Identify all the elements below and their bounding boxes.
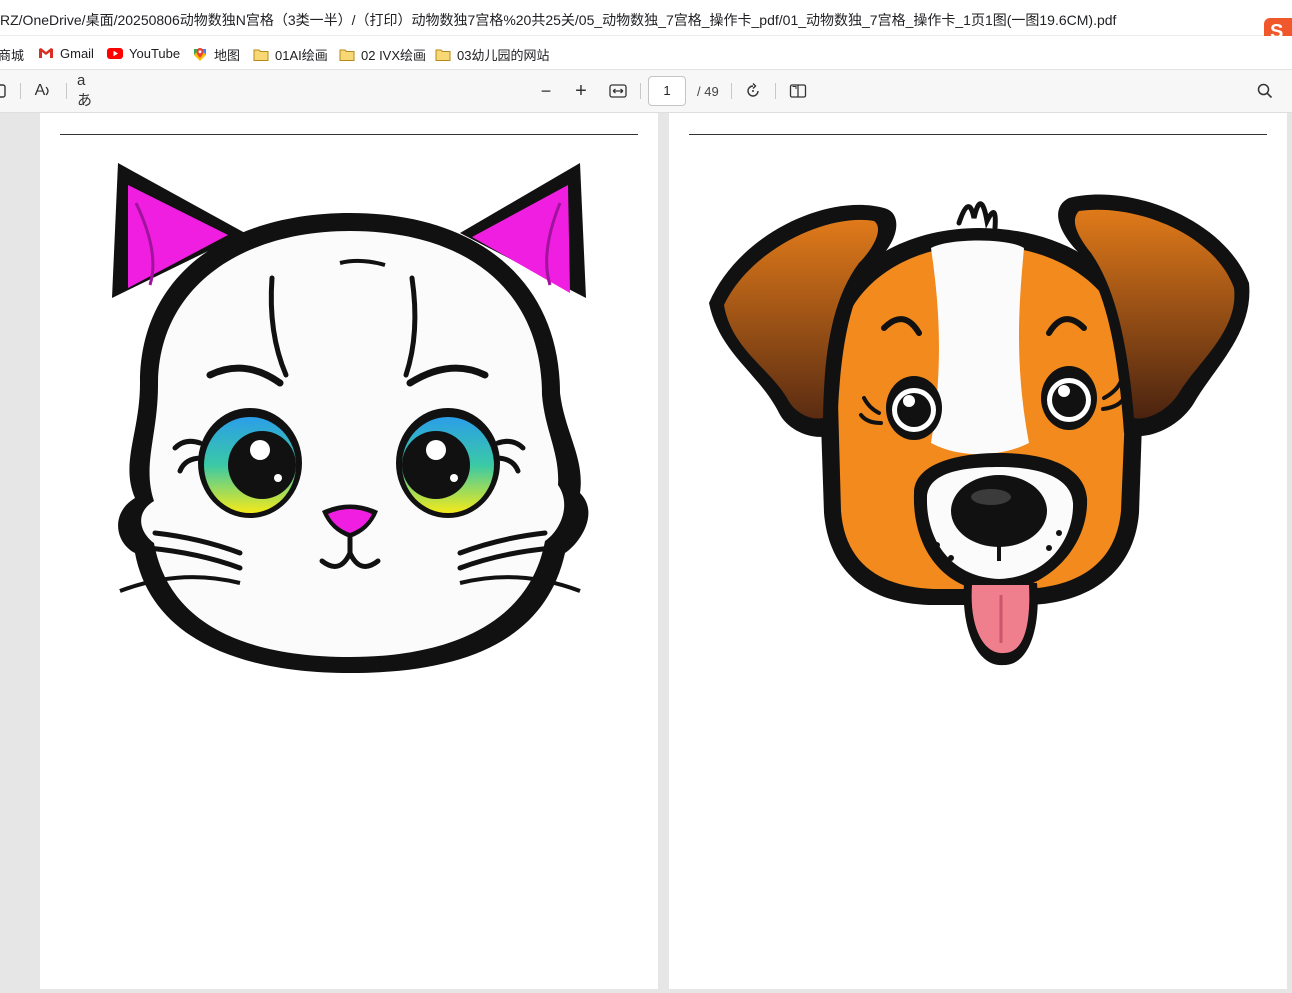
read-aloud-icon: A xyxy=(34,82,46,99)
fit-width-icon xyxy=(609,84,627,98)
bookmark-shop[interactable]: 商城 xyxy=(0,45,24,64)
toolbar-divider xyxy=(775,83,776,99)
viewer-gutter xyxy=(0,113,40,993)
bookmark-label: 01AI绘画 xyxy=(275,48,328,63)
read-aloud-button[interactable]: A xyxy=(32,81,54,101)
bookmark-label: 03幼儿园的网站 xyxy=(457,48,550,63)
bookmark-folder-01[interactable]: 01AI绘画 xyxy=(253,45,328,64)
bookmark-folder-03[interactable]: 03幼儿园的网站 xyxy=(435,45,549,64)
folder-icon xyxy=(339,49,355,61)
bookmarks-bar: 商城 Gmail YouTube 地图 01AI绘画 02 IVX绘画 03幼儿… xyxy=(0,36,1292,70)
bookmark-label: Gmail xyxy=(60,45,94,61)
bookmark-label: 02 IVX绘画 xyxy=(361,48,427,63)
translate-icon: aあ xyxy=(77,72,93,109)
gmail-icon xyxy=(39,48,53,58)
toolbar-divider xyxy=(66,83,67,99)
two-page-view-button[interactable] xyxy=(788,81,808,101)
search-icon xyxy=(1257,83,1273,99)
bookmark-label: YouTube xyxy=(129,45,181,61)
rotate-icon xyxy=(747,83,759,97)
search-button[interactable] xyxy=(1255,81,1275,101)
url-text[interactable]: RZ/OneDrive/桌面/20250806动物数独N宫格（3类一半）/（打印… xyxy=(0,10,1116,30)
pdf-toolbar: A aあ − + 1 / 49 xyxy=(0,70,1292,113)
two-page-icon xyxy=(789,84,807,98)
address-bar[interactable]: RZ/OneDrive/桌面/20250806动物数独N宫格（3类一半）/（打印… xyxy=(0,0,1292,44)
bookmark-label: 地图 xyxy=(214,48,241,63)
rotate-button[interactable] xyxy=(743,81,763,101)
bookmark-label: 商城 xyxy=(0,48,25,63)
folder-icon xyxy=(435,49,451,61)
sidebar-toggle-icon[interactable] xyxy=(0,81,8,101)
folder-icon xyxy=(253,49,269,61)
dog-face-illustration xyxy=(709,194,1250,666)
bookmark-youtube[interactable]: YouTube xyxy=(107,45,180,61)
toolbar-divider xyxy=(640,83,641,99)
pdf-page-2[interactable] xyxy=(669,113,1287,989)
bookmark-gmail[interactable]: Gmail xyxy=(38,45,94,61)
page-number-input[interactable]: 1 xyxy=(648,76,686,106)
youtube-icon xyxy=(107,48,123,59)
zoom-in-button[interactable]: + xyxy=(571,79,591,102)
fit-width-button[interactable] xyxy=(608,81,628,101)
zoom-out-button[interactable]: − xyxy=(536,81,556,101)
zoom-in-icon: + xyxy=(575,79,587,102)
maps-icon xyxy=(194,47,206,61)
translate-button[interactable]: aあ xyxy=(77,72,99,109)
toolbar-divider xyxy=(731,83,732,99)
toolbar-divider xyxy=(20,83,21,99)
zoom-out-icon: − xyxy=(540,80,552,101)
bookmark-folder-02[interactable]: 02 IVX绘画 xyxy=(339,45,426,64)
sound-wave-icon xyxy=(45,86,49,96)
pdf-page-1[interactable] xyxy=(40,113,658,989)
cat-face-illustration xyxy=(112,163,589,673)
page-count: / 49 xyxy=(697,84,719,99)
bookmark-maps[interactable]: 地图 xyxy=(192,45,240,64)
